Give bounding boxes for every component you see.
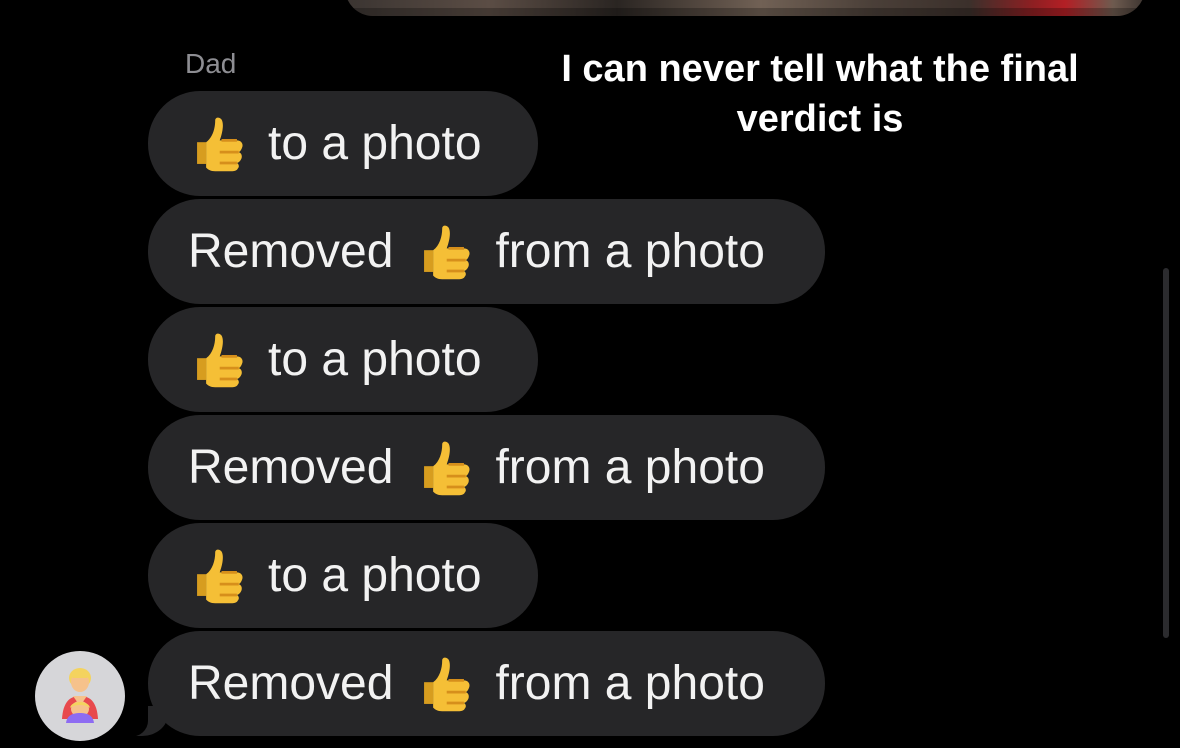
message-text: to a photo xyxy=(268,333,482,386)
message-text: from a photo xyxy=(495,225,765,278)
message-thread: to a photo Removed from a photo to a pho… xyxy=(118,91,825,737)
message-bubble[interactable]: Removed from a photo xyxy=(148,415,825,520)
sender-name: Dad xyxy=(185,48,237,79)
message-text: from a photo xyxy=(495,657,765,710)
message-text: to a photo xyxy=(268,549,482,602)
scrollbar[interactable] xyxy=(1163,268,1169,638)
message-prefix: Removed xyxy=(188,441,394,494)
message-bubble[interactable]: Removed from a photo xyxy=(148,199,825,304)
thumbs-up-icon xyxy=(415,223,473,281)
parent-with-baby-icon xyxy=(62,668,98,723)
sender-avatar[interactable] xyxy=(35,651,125,741)
message-bubble[interactable]: Removed from a photo xyxy=(118,631,825,737)
message-prefix: Removed xyxy=(188,657,394,710)
shared-photo-preview[interactable] xyxy=(345,0,1145,16)
message-bubble[interactable]: to a photo xyxy=(148,91,538,196)
thumbs-up-icon xyxy=(415,655,473,713)
message-bubble[interactable]: to a photo xyxy=(148,307,538,412)
thumbs-up-icon xyxy=(188,115,246,173)
message-prefix: Removed xyxy=(188,225,394,278)
thumbs-up-icon xyxy=(188,331,246,389)
thumbs-up-icon xyxy=(188,547,246,605)
message-bubble[interactable]: to a photo xyxy=(148,523,538,628)
message-text: to a photo xyxy=(268,117,482,170)
message-text: from a photo xyxy=(495,441,765,494)
thumbs-up-icon xyxy=(415,439,473,497)
